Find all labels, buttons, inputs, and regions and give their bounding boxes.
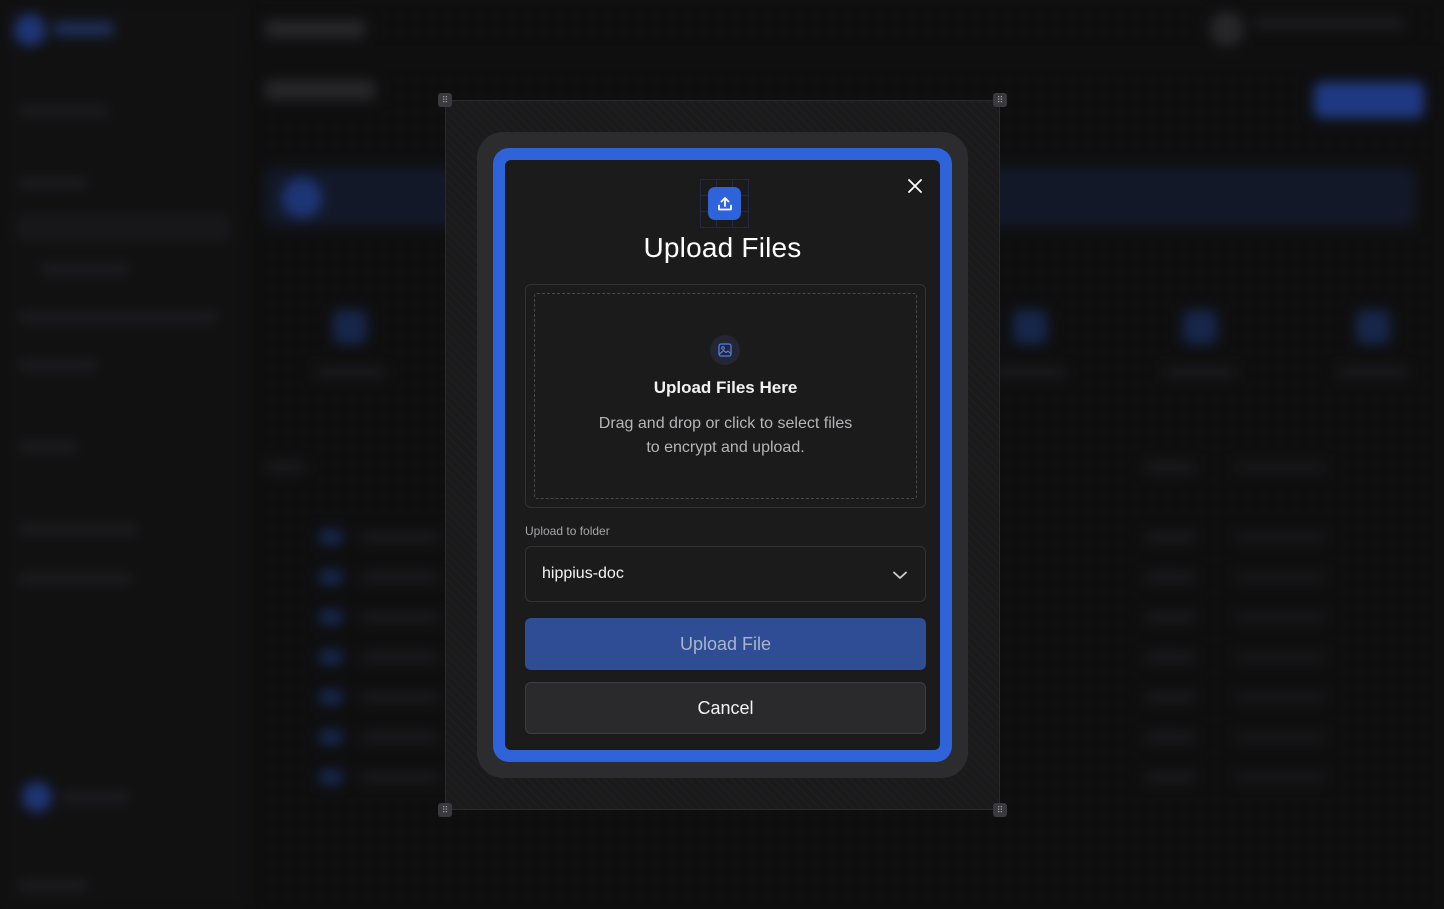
upload-dialog: Upload Files Upload Files Here Drag and … [505,160,940,750]
sidebar-item [18,312,218,322]
sidebar-user-name [60,792,130,802]
sidebar-item [18,360,98,370]
avatar [1210,12,1244,46]
image-icon [710,335,740,365]
file-dropzone[interactable]: Upload Files Here Drag and drop or click… [534,293,917,499]
logo [14,14,46,46]
sidebar-item [18,524,138,534]
top-bar-title [265,20,365,38]
stat-card [1318,300,1428,400]
upload-icon [708,187,741,220]
close-icon [908,179,922,193]
dropzone-description: Drag and drop or click to select files t… [598,415,853,456]
dropzone-title: Upload Files Here [653,378,798,397]
folder-select-value: hippius-doc [542,565,624,582]
dropzone-container: Upload Files Here Drag and drop or click… [525,284,926,508]
resize-handle-icon[interactable]: ⠿ [993,93,1007,107]
page-title [265,80,375,100]
sidebar-item [40,264,130,274]
top-bar [245,0,1444,58]
sidebar-item [18,574,133,584]
banner-icon [282,178,322,218]
sidebar-item [18,178,88,188]
upload-file-button[interactable]: Upload File [525,618,926,670]
sidebar-item-active [16,214,231,242]
stat-card [1145,300,1255,400]
sidebar-footer-item [18,880,88,890]
folder-select-label: Upload to folder [525,524,610,538]
avatar [22,782,52,812]
resize-handle-icon[interactable]: ⠿ [993,803,1007,817]
resize-handle-icon[interactable]: ⠿ [438,803,452,817]
header-icon-container [700,179,749,228]
logo-text [54,22,114,36]
dialog-title: Upload Files [643,232,802,263]
resize-handle-icon[interactable]: ⠿ [438,93,452,107]
folder-select[interactable]: hippius-doc [525,546,926,602]
user-info [1254,18,1404,28]
sidebar-item [18,442,78,452]
sidebar [0,0,245,909]
chevron-down-icon [893,571,907,579]
sidebar-item [18,106,108,116]
close-button[interactable] [904,175,926,197]
stat-card [295,300,405,400]
primary-action-button [1314,82,1424,118]
cancel-button[interactable]: Cancel [525,682,926,734]
